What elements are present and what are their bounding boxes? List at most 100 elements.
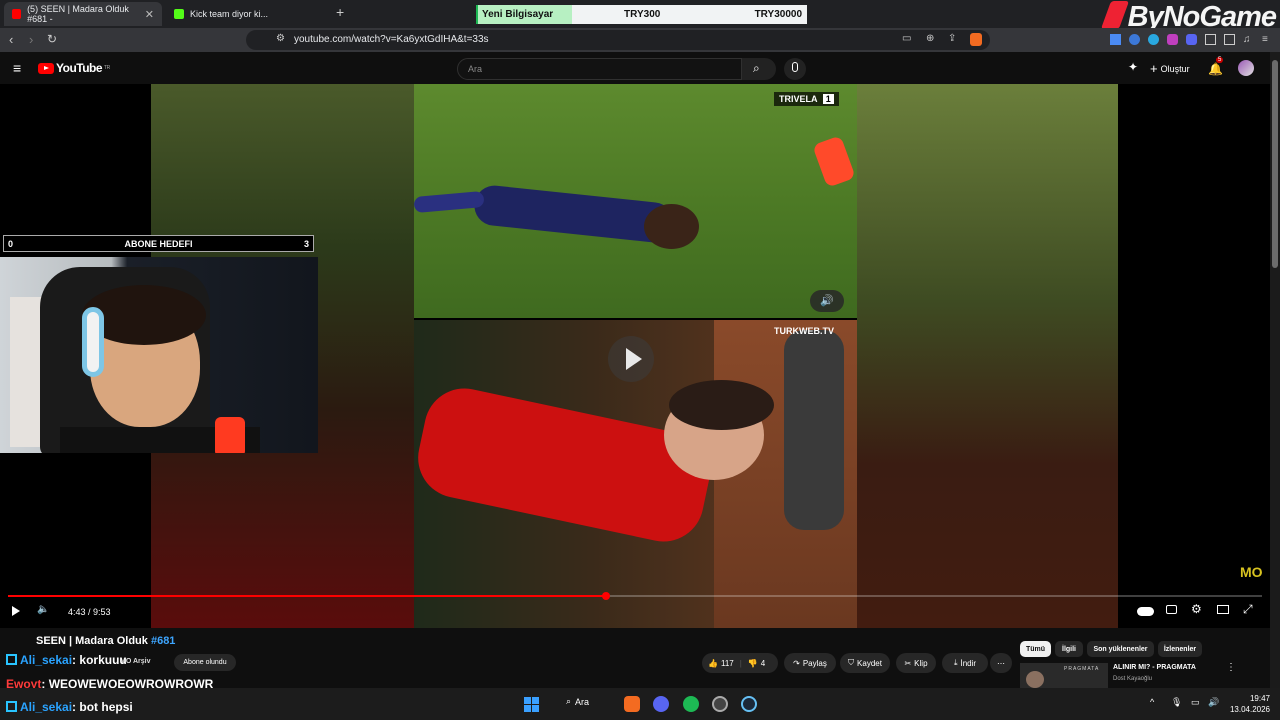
mute-icon[interactable]: 🔈: [37, 604, 49, 615]
cast-icon[interactable]: ▭: [902, 33, 911, 44]
extension-icon[interactable]: [1129, 34, 1140, 45]
menu-icon[interactable]: ≡: [1262, 34, 1273, 45]
site-info-icon[interactable]: ⚙: [276, 33, 285, 44]
translate-extension-icon[interactable]: [1110, 34, 1121, 45]
notifications-button[interactable]: 🔔 5: [1208, 57, 1224, 78]
music-icon[interactable]: ♫: [1243, 34, 1254, 45]
donation-goal-widget: Yeni Bilgisayar TRY300 TRY30000: [476, 5, 807, 24]
chip-all[interactable]: Tümü: [1020, 641, 1051, 657]
fullscreen-icon[interactable]: ⤢: [1243, 602, 1253, 617]
youtube-logo[interactable]: YouTube TR: [38, 61, 110, 75]
search-input[interactable]: Ara: [457, 58, 742, 80]
hamburger-menu-icon[interactable]: ≡: [13, 60, 21, 76]
recommendation-channel[interactable]: Dost Kayaoğlu: [1113, 676, 1152, 682]
sidebar-icon[interactable]: [1224, 34, 1235, 45]
settings-gear-icon[interactable]: ⚙: [1191, 602, 1202, 616]
more-actions-button[interactable]: ⋯: [990, 653, 1012, 673]
search-button[interactable]: ⌕: [742, 58, 776, 80]
page-scrollbar[interactable]: [1270, 52, 1280, 688]
taskbar-clock[interactable]: 19:47 13.04.2026: [1230, 693, 1270, 715]
steam-icon[interactable]: [741, 696, 757, 712]
brand-logo-icon: [1100, 1, 1129, 29]
recommendation-title[interactable]: ALINIR MI? - PRAGMATA: [1113, 664, 1196, 671]
video-title-tag[interactable]: #681: [151, 635, 175, 647]
volume-icon[interactable]: 🔊: [810, 290, 844, 312]
subscribe-button[interactable]: Abone olundu: [174, 654, 236, 671]
ai-sparkle-icon[interactable]: ✦: [1128, 60, 1138, 74]
play-button[interactable]: [12, 606, 20, 616]
trivela-label: TRIVELA: [779, 94, 818, 104]
save-label: Kaydet: [857, 658, 882, 668]
taskbar-search[interactable]: ⌕ Ara: [566, 696, 589, 707]
headphone-shape: [82, 307, 104, 377]
autoplay-toggle[interactable]: [1137, 607, 1154, 616]
trivela-score: 1: [822, 94, 834, 104]
zoom-icon[interactable]: ⊕: [926, 33, 934, 44]
speaker-icon[interactable]: 🔊: [1208, 697, 1219, 708]
download-button[interactable]: ⤓ İndir: [942, 653, 988, 673]
plus-icon: +: [1150, 61, 1158, 76]
avatar[interactable]: [1238, 60, 1254, 76]
like-count[interactable]: 117: [721, 659, 734, 668]
brave-shield-icon[interactable]: [970, 33, 982, 46]
windows-start-icon[interactable]: [524, 697, 539, 712]
address-bar[interactable]: ⚙ youtube.com/watch?v=Ka6yxtGdIHA&t=33s …: [246, 30, 990, 50]
browser-tab-kick[interactable]: Kick team diyor ki...: [166, 2, 326, 26]
more-icon: ⋯: [997, 658, 1005, 668]
browser-tab-youtube[interactable]: (5) SEEN | Madara Olduk #681 - ✕: [4, 2, 162, 26]
dislike-count[interactable]: 4: [761, 659, 765, 668]
chat-message: Ali_sekai: bot hepsi: [6, 700, 133, 714]
chip-related[interactable]: İlgili: [1055, 641, 1083, 657]
like-icon[interactable]: 👍: [708, 659, 718, 668]
dislike-icon[interactable]: 👎: [748, 659, 758, 668]
discord-icon[interactable]: [653, 696, 669, 712]
tab-label: Kick team diyor ki...: [190, 9, 269, 19]
tray-chevron-icon[interactable]: ^: [1150, 697, 1154, 707]
video-player[interactable]: TRIVELA 1 🔊 TURKWEB.TV MO 🔈 4:43 / 9:53 …: [0, 84, 1270, 628]
extension-icons: ♫ ≡: [1110, 34, 1273, 45]
chat-badge-icon: [6, 654, 17, 665]
extension-icon[interactable]: [1167, 34, 1178, 45]
video-title-text: SEEN | Madara Olduk: [36, 635, 148, 647]
football-clip: TRIVELA 1 🔊: [414, 84, 857, 318]
save-button[interactable]: ⛉ Kaydet: [840, 653, 890, 673]
obs-icon[interactable]: [712, 696, 728, 712]
time-display: 4:43 / 9:53: [68, 607, 111, 617]
subtitles-icon[interactable]: [1166, 605, 1177, 614]
theater-mode-icon[interactable]: [1217, 605, 1229, 614]
microphone-tray-icon[interactable]: 🎙: [1171, 697, 1182, 708]
share-icon[interactable]: ⇪: [948, 33, 956, 44]
spotify-icon[interactable]: [683, 696, 699, 712]
extension-icon[interactable]: [1148, 34, 1159, 45]
turkweb-watermark: TURKWEB.TV: [774, 326, 834, 336]
puzzle-icon[interactable]: [1205, 34, 1216, 45]
chat-text: bot hepsi: [79, 700, 133, 714]
recommendation-menu-icon[interactable]: ⋮: [1226, 662, 1236, 673]
voice-search-button[interactable]: [784, 58, 806, 80]
scrollbar-thumb[interactable]: [1272, 60, 1278, 268]
create-button[interactable]: + Oluştur: [1150, 61, 1190, 76]
share-button[interactable]: ↷ Paylaş: [784, 653, 836, 673]
new-tab-button[interactable]: +: [336, 4, 344, 20]
chip-watched[interactable]: İzlenenler: [1158, 641, 1202, 657]
recommendation-thumbnail[interactable]: PRAGMATA: [1020, 663, 1108, 688]
progress-scrubber[interactable]: [602, 592, 610, 600]
player-figure: [472, 183, 676, 245]
search-icon: ⌕: [753, 61, 760, 75]
forward-icon[interactable]: ›: [29, 32, 33, 47]
play-overlay-button[interactable]: [608, 336, 654, 382]
extension-icon[interactable]: [1186, 34, 1197, 45]
close-tab-icon[interactable]: ✕: [145, 8, 154, 21]
clip-button[interactable]: ✂ Klip: [896, 653, 936, 673]
brave-browser-icon[interactable]: [624, 696, 640, 712]
chip-recent[interactable]: Son yüklenenler: [1087, 641, 1154, 657]
share-label: Paylaş: [802, 658, 827, 668]
chat-username: Ali_sekai: [20, 653, 73, 667]
back-icon[interactable]: ‹: [9, 32, 13, 47]
network-icon[interactable]: ▭: [1191, 697, 1200, 708]
browser-tab-bar: (5) SEEN | Madara Olduk #681 - ✕ Kick te…: [0, 0, 1280, 33]
subscribe-label: Abone olundu: [183, 659, 227, 666]
sitcom-clip: TURKWEB.TV: [414, 320, 857, 628]
reload-icon[interactable]: ↻: [47, 32, 57, 46]
subscriber-goal-bar: 0 ABONE HEDEFI 3: [3, 235, 314, 252]
